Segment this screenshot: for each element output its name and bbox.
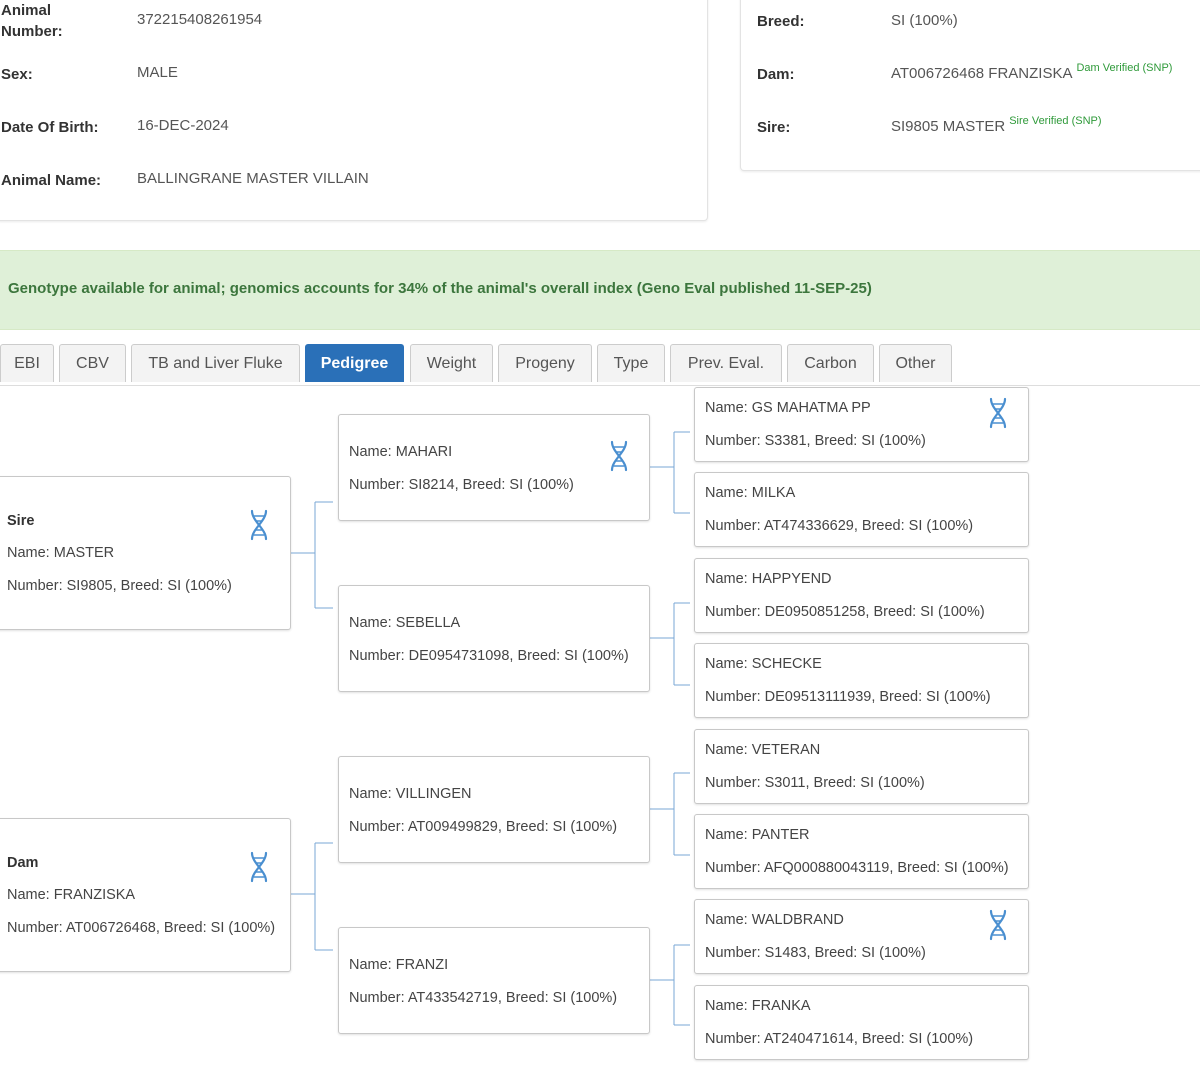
node-role: Sire (7, 513, 35, 529)
node-name: Name: MILKA (705, 485, 796, 501)
node-name: Name: FRANZISKA (7, 887, 136, 903)
pedigree-node-gg5[interactable]: Name: VETERAN Number: S3011, Breed: SI (… (694, 729, 1029, 804)
node-name: Name: HAPPYEND (705, 571, 832, 587)
node-number: Number: S3381, Breed: SI (100%) (705, 433, 926, 449)
node-name: Name: MASTER (7, 545, 115, 561)
node-name: Name: VILLINGEN (349, 786, 472, 802)
node-number: Number: AT433542719, Breed: SI (100%) (349, 990, 618, 1006)
node-name: Name: MAHARI (349, 444, 453, 460)
pedigree-node-sire-sire[interactable]: Name: MAHARI Number: SI8214, Breed: SI (… (338, 414, 650, 521)
node-number: Number: SI8214, Breed: SI (100%) (349, 477, 574, 493)
node-number: Number: AT474336629, Breed: SI (100%) (705, 518, 974, 534)
dna-icon (610, 440, 628, 472)
dna-icon (989, 909, 1007, 941)
node-name: Name: VETERAN (705, 742, 821, 758)
pedigree-node-gg6[interactable]: Name: PANTER Number: AFQ000880043119, Br… (694, 814, 1029, 889)
node-number: Number: SI9805, Breed: SI (100%) (7, 578, 232, 594)
node-number: Number: DE0954731098, Breed: SI (100%) (349, 648, 629, 664)
pedigree-node-dam-dam[interactable]: Name: FRANZI Number: AT433542719, Breed:… (338, 927, 650, 1034)
pedigree-node-gg7[interactable]: Name: WALDBRAND Number: S1483, Breed: SI… (694, 899, 1029, 974)
pedigree-node-gg1[interactable]: Name: GS MAHATMA PP Number: S3381, Breed… (694, 387, 1029, 462)
pedigree-node-gg2[interactable]: Name: MILKA Number: AT474336629, Breed: … (694, 472, 1029, 547)
pedigree-node-sire[interactable]: Sire Name: MASTER Number: SI9805, Breed:… (0, 476, 291, 630)
pedigree-node-sire-dam[interactable]: Name: SEBELLA Number: DE0954731098, Bree… (338, 585, 650, 692)
pedigree-node-dam[interactable]: Dam Name: FRANZISKA Number: AT006726468,… (0, 818, 291, 972)
dna-icon (250, 851, 268, 883)
pedigree-node-gg8[interactable]: Name: FRANKA Number: AT240471614, Breed:… (694, 985, 1029, 1060)
node-number: Number: AT009499829, Breed: SI (100%) (349, 819, 618, 835)
node-number: Number: DE09513111939, Breed: SI (100%) (705, 689, 991, 705)
node-role: Dam (7, 855, 39, 871)
pedigree-node-dam-sire[interactable]: Name: VILLINGEN Number: AT009499829, Bre… (338, 756, 650, 863)
node-number: Number: AT006726468, Breed: SI (100%) (7, 920, 276, 936)
dna-icon (989, 397, 1007, 429)
node-name: Name: SCHECKE (705, 656, 822, 672)
node-name: Name: WALDBRAND (705, 912, 844, 928)
node-number: Number: AT240471614, Breed: SI (100%) (705, 1031, 974, 1047)
node-name: Name: FRANKA (705, 998, 811, 1014)
node-number: Number: S1483, Breed: SI (100%) (705, 945, 926, 961)
node-number: Number: S3011, Breed: SI (100%) (705, 775, 925, 791)
node-name: Name: SEBELLA (349, 615, 461, 631)
dna-icon (250, 509, 268, 541)
node-name: Name: PANTER (705, 827, 810, 843)
pedigree-node-gg4[interactable]: Name: SCHECKE Number: DE09513111939, Bre… (694, 643, 1029, 718)
node-number: Number: DE0950851258, Breed: SI (100%) (705, 604, 985, 620)
pedigree-node-gg3[interactable]: Name: HAPPYEND Number: DE0950851258, Bre… (694, 558, 1029, 633)
node-name: Name: GS MAHATMA PP (705, 400, 871, 416)
node-name: Name: FRANZI (349, 957, 449, 973)
node-number: Number: AFQ000880043119, Breed: SI (100%… (705, 860, 1009, 876)
